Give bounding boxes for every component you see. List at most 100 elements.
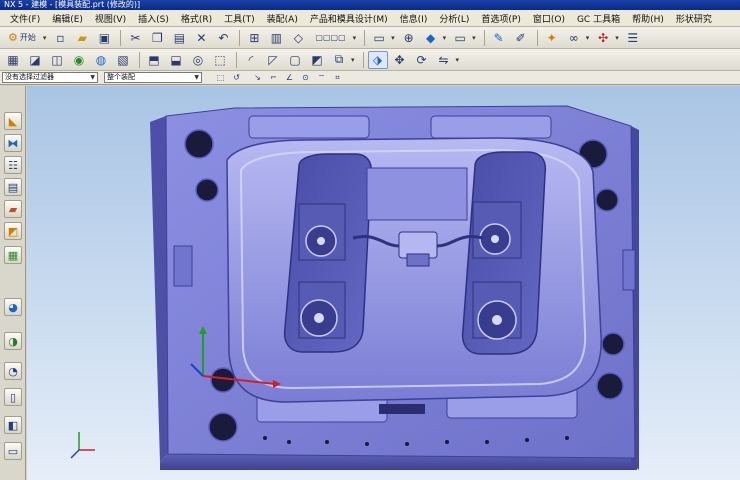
mold-part-icon[interactable]: ◪ — [25, 51, 45, 69]
snap-end-icon[interactable]: ↘ — [251, 72, 264, 83]
wireframe-icon[interactable]: ▭ — [450, 29, 470, 47]
blend-icon[interactable]: ◜ — [241, 51, 261, 69]
csys-icon[interactable]: ✣ — [593, 29, 613, 47]
menu-window[interactable]: 窗口(O) — [527, 12, 571, 25]
toolbar-separator — [120, 29, 122, 46]
plane-icon[interactable]: ☰ — [623, 29, 643, 47]
selection-scope-dropdown[interactable]: 整个装配 ▼ — [104, 72, 202, 83]
menu-shape-studio[interactable]: 形状研究 — [670, 12, 718, 25]
mold-model — [70, 105, 639, 470]
cut-icon[interactable]: ✂ — [125, 29, 145, 47]
point-icon[interactable]: ✦ — [542, 29, 562, 47]
right-core-pocket — [461, 151, 547, 355]
chevron-down-icon[interactable]: ▾ — [353, 34, 357, 42]
trim-icon[interactable]: ◩ — [307, 51, 327, 69]
process-studio-icon[interactable]: ◑ — [4, 332, 22, 350]
menu-format[interactable]: 格式(R) — [175, 12, 218, 25]
shell-icon[interactable]: ▢ — [285, 51, 305, 69]
menu-analysis[interactable]: 分析(L) — [433, 12, 475, 25]
menu-gc-toolbox[interactable]: GC 工具箱 — [571, 12, 626, 25]
new-file-icon[interactable]: ▫ — [50, 29, 70, 47]
copy-icon[interactable]: ❐ — [147, 29, 167, 47]
filter-reset-icon[interactable]: ↺ — [230, 72, 243, 83]
sketch-icon[interactable]: ✐ — [511, 29, 531, 47]
chevron-down-icon[interactable]: ▾ — [443, 34, 447, 42]
graphics-viewport[interactable] — [27, 86, 740, 480]
orient-icon[interactable]: ◇ — [288, 29, 308, 47]
constraint-navigator-icon[interactable]: ⧓ — [4, 134, 22, 152]
snap-control-icon[interactable]: ∠ — [283, 72, 296, 83]
roles-icon[interactable]: ◔ — [4, 362, 22, 380]
type-filter-dropdown[interactable]: 没有选择过滤器 ▼ — [2, 72, 98, 83]
menu-tools[interactable]: 工具(T) — [218, 12, 261, 25]
standard-toolbar: ⚙ 开始 ▾ ▫ ▰ ▣ ✂ ❐ ▤ ✕ ↶ ⊞ ▥ ◇ ▢▢▢▢ ▾ ▭ ▾ … — [0, 27, 740, 49]
chamfer-icon[interactable]: ◸ — [263, 51, 283, 69]
save-icon[interactable]: ▣ — [94, 29, 114, 47]
system-materials-icon[interactable]: ◩ — [4, 222, 22, 240]
window-title: NX 5 - 建模 - [模具装配.prt (修改的)] — [4, 0, 141, 9]
reuse-library-icon[interactable]: ▤ — [4, 178, 22, 196]
mirror-icon[interactable]: ⇋ — [434, 51, 454, 69]
visualization-icon[interactable]: ▦ — [4, 246, 22, 264]
menu-view[interactable]: 视图(V) — [89, 12, 132, 25]
chevron-down-icon[interactable]: ▾ — [586, 34, 590, 42]
cooling-icon[interactable]: ◍ — [91, 51, 111, 69]
chevron-down-icon: ▼ — [90, 74, 95, 81]
tool-box-icon[interactable]: ◧ — [4, 416, 22, 434]
mold-base-icon[interactable]: ◫ — [47, 51, 67, 69]
part-navigator-icon[interactable]: ☷ — [4, 156, 22, 174]
boss-icon[interactable]: ⬚ — [210, 51, 230, 69]
zoom-icon[interactable]: ⊕ — [399, 29, 419, 47]
type-filter-value: 没有选择过滤器 — [5, 73, 54, 81]
rotate-icon[interactable]: ⟳ — [412, 51, 432, 69]
open-folder-icon[interactable]: ▰ — [72, 29, 92, 47]
history-icon[interactable]: ▰ — [4, 200, 22, 218]
start-label: 开始 — [19, 33, 36, 42]
measure-icon[interactable]: ⊞ — [244, 29, 264, 47]
paste-icon[interactable]: ▤ — [169, 29, 189, 47]
move-icon[interactable]: ✥ — [390, 51, 410, 69]
start-button[interactable]: ⚙ 开始 — [3, 29, 41, 47]
menu-insert[interactable]: 插入(S) — [132, 12, 175, 25]
link-icon[interactable]: ∞ — [564, 29, 584, 47]
chevron-down-icon[interactable]: ▾ — [391, 34, 395, 42]
chevron-down-icon[interactable]: ▾ — [351, 56, 355, 64]
snap-quadrant-icon[interactable]: ⌔ — [315, 72, 328, 83]
web-browser-icon[interactable]: ◕ — [4, 298, 22, 316]
menu-assembly[interactable]: 装配(A) — [261, 12, 304, 25]
offset-icon[interactable]: ⧉ — [329, 51, 349, 69]
revolve-icon[interactable]: ⬓ — [166, 51, 186, 69]
chevron-down-icon[interactable]: ▾ — [615, 34, 619, 42]
menu-edit[interactable]: 编辑(E) — [46, 12, 89, 25]
command-finder-button[interactable]: ▢▢▢▢ — [310, 29, 350, 47]
extrude-icon[interactable]: ⬒ — [144, 51, 164, 69]
assembly-navigator-icon[interactable]: ◣ — [4, 112, 22, 130]
menu-mold-design[interactable]: 产品和模具设计(M) — [304, 12, 394, 25]
menu-file[interactable]: 文件(F) — [4, 12, 46, 25]
general-selection-icon[interactable]: ⬚ — [214, 72, 227, 83]
slider-icon[interactable]: ▧ — [113, 51, 133, 69]
undo-icon[interactable]: ↶ — [213, 29, 233, 47]
hole-icon[interactable]: ◎ — [188, 51, 208, 69]
palette-icon[interactable]: ▯ — [4, 388, 22, 406]
edit-object-icon[interactable]: ✎ — [489, 29, 509, 47]
mold-wizard-icon[interactable]: ▦ — [3, 51, 23, 69]
delete-icon[interactable]: ✕ — [191, 29, 211, 47]
snap-icon[interactable]: ⬗ — [367, 50, 388, 69]
menu-bar: 文件(F) 编辑(E) 视图(V) 插入(S) 格式(R) 工具(T) 装配(A… — [0, 10, 740, 27]
shaded-icon[interactable]: ◆ — [421, 29, 441, 47]
fit-view-icon[interactable]: ▭ — [369, 29, 389, 47]
snap-center-icon[interactable]: ⊙ — [299, 72, 312, 83]
chevron-down-icon[interactable]: ▾ — [43, 34, 47, 42]
menu-info[interactable]: 信息(I) — [394, 12, 434, 25]
selection-bar: 没有选择过滤器 ▼ 整个装配 ▼ ⬚ ↺ ↘ ⌐ ∠ ⊙ ⌔ ⌗ — [0, 71, 740, 85]
snap-mid-icon[interactable]: ⌐ — [267, 72, 280, 83]
layer-icon[interactable]: ▥ — [266, 29, 286, 47]
chevron-down-icon[interactable]: ▾ — [456, 56, 460, 64]
chevron-down-icon[interactable]: ▾ — [472, 34, 476, 42]
menu-preferences[interactable]: 首选项(P) — [475, 12, 526, 25]
doc-icon[interactable]: ▭ — [4, 442, 22, 460]
menu-help[interactable]: 帮助(H) — [626, 12, 670, 25]
gate-icon[interactable]: ◉ — [69, 51, 89, 69]
snap-point-icon[interactable]: ⌗ — [331, 72, 344, 83]
